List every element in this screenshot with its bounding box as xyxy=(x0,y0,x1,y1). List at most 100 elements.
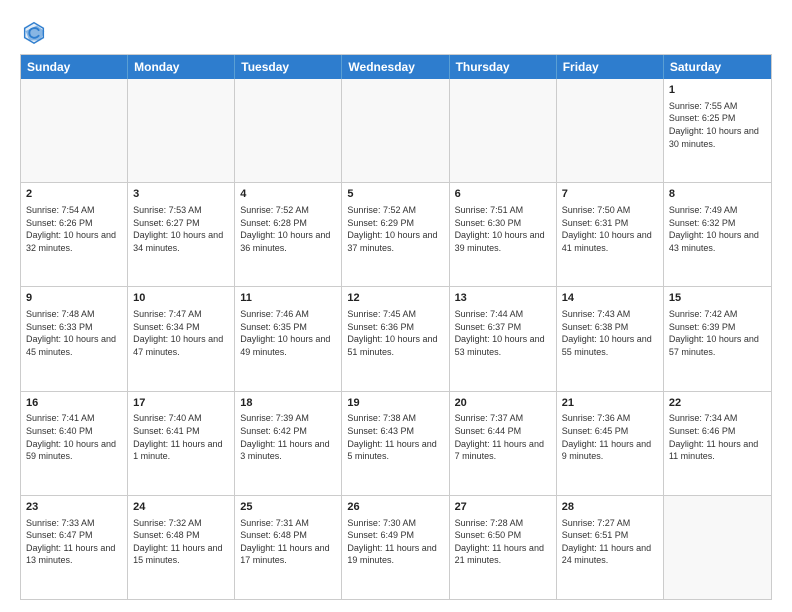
day-number: 12 xyxy=(347,291,443,306)
day-number: 13 xyxy=(455,291,551,306)
cell-text: Sunrise: 7:39 AM Sunset: 6:42 PM Dayligh… xyxy=(240,412,336,462)
cal-cell-empty-0-0 xyxy=(21,79,128,182)
cell-text: Sunrise: 7:45 AM Sunset: 6:36 PM Dayligh… xyxy=(347,308,443,358)
cell-text: Sunrise: 7:48 AM Sunset: 6:33 PM Dayligh… xyxy=(26,308,122,358)
day-number: 22 xyxy=(669,396,766,411)
cell-text: Sunrise: 7:50 AM Sunset: 6:31 PM Dayligh… xyxy=(562,204,658,254)
cal-cell-1: 1 Sunrise: 7:55 AM Sunset: 6:25 PM Daylig… xyxy=(664,79,771,182)
cal-row-2: 9 Sunrise: 7:48 AM Sunset: 6:33 PM Daylig… xyxy=(21,286,771,390)
day-number: 8 xyxy=(669,187,766,202)
cal-cell-27: 27Sunrise: 7:28 AM Sunset: 6:50 PM Dayli… xyxy=(450,496,557,599)
cell-text: Sunrise: 7:42 AM Sunset: 6:39 PM Dayligh… xyxy=(669,308,766,358)
logo-icon xyxy=(20,18,48,46)
day-number: 20 xyxy=(455,396,551,411)
logo xyxy=(20,18,52,46)
day-number: 6 xyxy=(455,187,551,202)
day-number: 1 xyxy=(669,83,766,98)
cal-cell-empty-0-5 xyxy=(557,79,664,182)
day-number: 16 xyxy=(26,396,122,411)
cal-header-saturday: Saturday xyxy=(664,55,771,79)
cal-cell-3: 3Sunrise: 7:53 AM Sunset: 6:27 PM Daylig… xyxy=(128,183,235,286)
cal-cell-8: 8 Sunrise: 7:49 AM Sunset: 6:32 PM Daylig… xyxy=(664,183,771,286)
calendar-header-row: SundayMondayTuesdayWednesdayThursdayFrid… xyxy=(21,55,771,79)
cal-row-4: 23 Sunrise: 7:33 AM Sunset: 6:47 PM Dayli… xyxy=(21,495,771,599)
cal-header-tuesday: Tuesday xyxy=(235,55,342,79)
day-number: 4 xyxy=(240,187,336,202)
cal-header-wednesday: Wednesday xyxy=(342,55,449,79)
cal-cell-5: 5 Sunrise: 7:52 AM Sunset: 6:29 PM Daylig… xyxy=(342,183,449,286)
cal-cell-13: 13 Sunrise: 7:44 AM Sunset: 6:37 PM Dayli… xyxy=(450,287,557,390)
cell-text: Sunrise: 7:30 AM Sunset: 6:49 PM Dayligh… xyxy=(347,517,443,567)
cell-text: Sunrise: 7:38 AM Sunset: 6:43 PM Dayligh… xyxy=(347,412,443,462)
day-number: 15 xyxy=(669,291,766,306)
day-number: 19 xyxy=(347,396,443,411)
cell-text: Sunrise: 7:34 AM Sunset: 6:46 PM Dayligh… xyxy=(669,412,766,462)
day-number: 10 xyxy=(133,291,229,306)
cell-text: Sunrise: 7:52 AM Sunset: 6:29 PM Dayligh… xyxy=(347,204,443,254)
cal-row-3: 16Sunrise: 7:41 AM Sunset: 6:40 PM Dayli… xyxy=(21,391,771,495)
cal-cell-15: 15 Sunrise: 7:42 AM Sunset: 6:39 PM Dayli… xyxy=(664,287,771,390)
cell-text: Sunrise: 7:33 AM Sunset: 6:47 PM Dayligh… xyxy=(26,517,122,567)
cal-header-sunday: Sunday xyxy=(21,55,128,79)
cal-cell-24: 24Sunrise: 7:32 AM Sunset: 6:48 PM Dayli… xyxy=(128,496,235,599)
cal-row-1: 2 Sunrise: 7:54 AM Sunset: 6:26 PM Daylig… xyxy=(21,182,771,286)
day-number: 18 xyxy=(240,396,336,411)
cal-header-thursday: Thursday xyxy=(450,55,557,79)
cal-cell-23: 23 Sunrise: 7:33 AM Sunset: 6:47 PM Dayli… xyxy=(21,496,128,599)
cell-text: Sunrise: 7:44 AM Sunset: 6:37 PM Dayligh… xyxy=(455,308,551,358)
cal-cell-26: 26 Sunrise: 7:30 AM Sunset: 6:49 PM Dayli… xyxy=(342,496,449,599)
day-number: 14 xyxy=(562,291,658,306)
cal-header-monday: Monday xyxy=(128,55,235,79)
cal-cell-empty-0-4 xyxy=(450,79,557,182)
day-number: 23 xyxy=(26,500,122,515)
cal-cell-17: 17Sunrise: 7:40 AM Sunset: 6:41 PM Dayli… xyxy=(128,392,235,495)
cal-cell-7: 7Sunrise: 7:50 AM Sunset: 6:31 PM Daylig… xyxy=(557,183,664,286)
cell-text: Sunrise: 7:32 AM Sunset: 6:48 PM Dayligh… xyxy=(133,517,229,567)
cell-text: Sunrise: 7:47 AM Sunset: 6:34 PM Dayligh… xyxy=(133,308,229,358)
cal-cell-11: 11 Sunrise: 7:46 AM Sunset: 6:35 PM Dayli… xyxy=(235,287,342,390)
day-number: 2 xyxy=(26,187,122,202)
page: SundayMondayTuesdayWednesdayThursdayFrid… xyxy=(0,0,792,612)
cell-text: Sunrise: 7:41 AM Sunset: 6:40 PM Dayligh… xyxy=(26,412,122,462)
day-number: 17 xyxy=(133,396,229,411)
cal-cell-18: 18Sunrise: 7:39 AM Sunset: 6:42 PM Dayli… xyxy=(235,392,342,495)
cell-text: Sunrise: 7:52 AM Sunset: 6:28 PM Dayligh… xyxy=(240,204,336,254)
cal-cell-6: 6Sunrise: 7:51 AM Sunset: 6:30 PM Daylig… xyxy=(450,183,557,286)
cal-header-friday: Friday xyxy=(557,55,664,79)
cal-cell-21: 21Sunrise: 7:36 AM Sunset: 6:45 PM Dayli… xyxy=(557,392,664,495)
cal-cell-9: 9 Sunrise: 7:48 AM Sunset: 6:33 PM Daylig… xyxy=(21,287,128,390)
cal-cell-14: 14 Sunrise: 7:43 AM Sunset: 6:38 PM Dayli… xyxy=(557,287,664,390)
cell-text: Sunrise: 7:28 AM Sunset: 6:50 PM Dayligh… xyxy=(455,517,551,567)
day-number: 11 xyxy=(240,291,336,306)
cell-text: Sunrise: 7:27 AM Sunset: 6:51 PM Dayligh… xyxy=(562,517,658,567)
cal-cell-20: 20Sunrise: 7:37 AM Sunset: 6:44 PM Dayli… xyxy=(450,392,557,495)
cal-cell-empty-0-2 xyxy=(235,79,342,182)
cell-text: Sunrise: 7:31 AM Sunset: 6:48 PM Dayligh… xyxy=(240,517,336,567)
cal-cell-25: 25 Sunrise: 7:31 AM Sunset: 6:48 PM Dayli… xyxy=(235,496,342,599)
cal-cell-empty-0-1 xyxy=(128,79,235,182)
cell-text: Sunrise: 7:46 AM Sunset: 6:35 PM Dayligh… xyxy=(240,308,336,358)
day-number: 21 xyxy=(562,396,658,411)
day-number: 26 xyxy=(347,500,443,515)
cal-cell-12: 12 Sunrise: 7:45 AM Sunset: 6:36 PM Dayli… xyxy=(342,287,449,390)
day-number: 5 xyxy=(347,187,443,202)
cal-cell-22: 22Sunrise: 7:34 AM Sunset: 6:46 PM Dayli… xyxy=(664,392,771,495)
cell-text: Sunrise: 7:36 AM Sunset: 6:45 PM Dayligh… xyxy=(562,412,658,462)
cell-text: Sunrise: 7:43 AM Sunset: 6:38 PM Dayligh… xyxy=(562,308,658,358)
cell-text: Sunrise: 7:40 AM Sunset: 6:41 PM Dayligh… xyxy=(133,412,229,462)
day-number: 9 xyxy=(26,291,122,306)
cal-cell-10: 10 Sunrise: 7:47 AM Sunset: 6:34 PM Dayli… xyxy=(128,287,235,390)
cal-cell-empty-0-3 xyxy=(342,79,449,182)
day-number: 28 xyxy=(562,500,658,515)
cell-text: Sunrise: 7:49 AM Sunset: 6:32 PM Dayligh… xyxy=(669,204,766,254)
calendar: SundayMondayTuesdayWednesdayThursdayFrid… xyxy=(20,54,772,600)
cal-cell-empty-4-6 xyxy=(664,496,771,599)
cell-text: Sunrise: 7:37 AM Sunset: 6:44 PM Dayligh… xyxy=(455,412,551,462)
header xyxy=(20,18,772,46)
cal-cell-2: 2 Sunrise: 7:54 AM Sunset: 6:26 PM Daylig… xyxy=(21,183,128,286)
cal-cell-4: 4 Sunrise: 7:52 AM Sunset: 6:28 PM Daylig… xyxy=(235,183,342,286)
day-number: 25 xyxy=(240,500,336,515)
cell-text: Sunrise: 7:55 AM Sunset: 6:25 PM Dayligh… xyxy=(669,100,766,150)
cal-cell-16: 16Sunrise: 7:41 AM Sunset: 6:40 PM Dayli… xyxy=(21,392,128,495)
cell-text: Sunrise: 7:54 AM Sunset: 6:26 PM Dayligh… xyxy=(26,204,122,254)
